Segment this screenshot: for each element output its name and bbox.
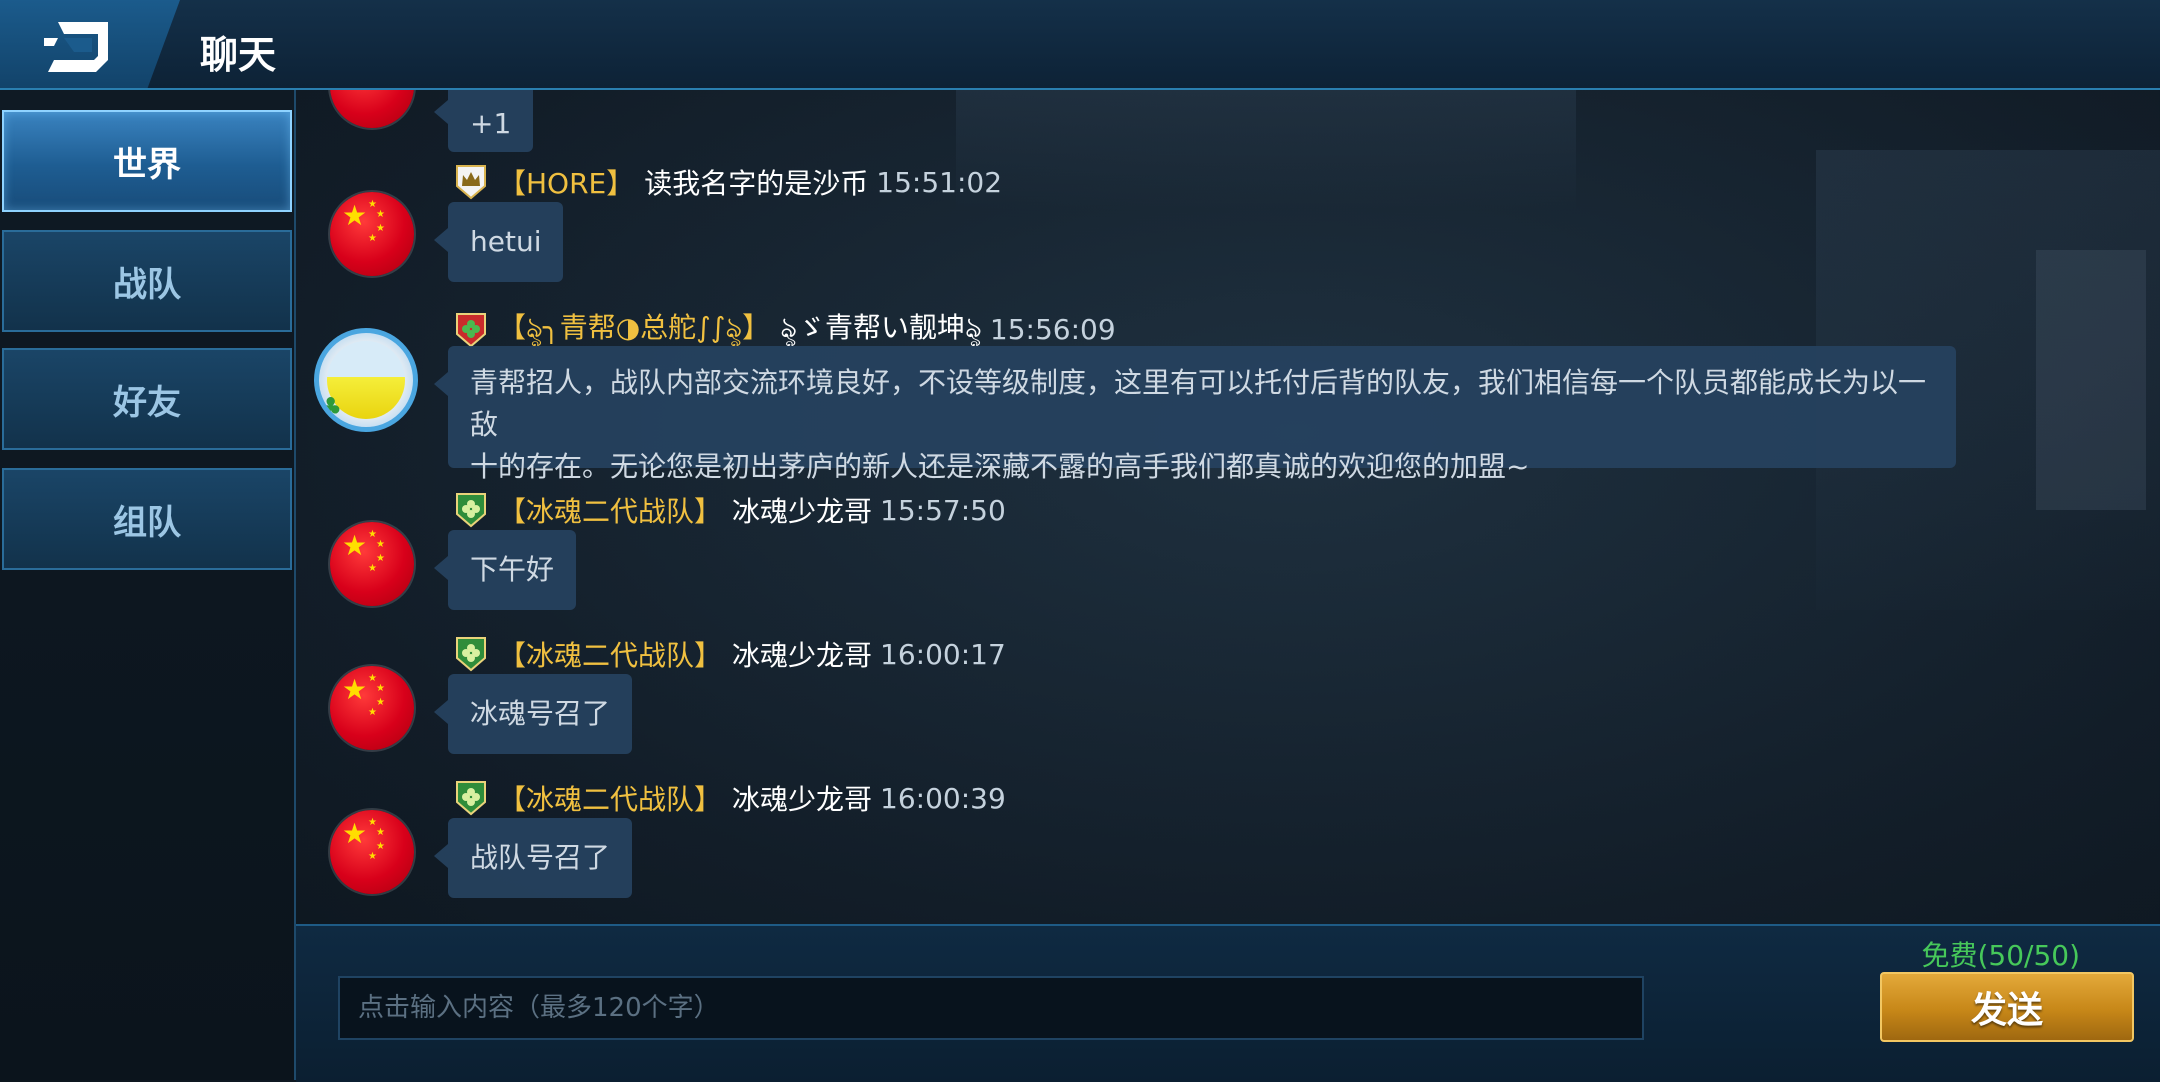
palm-tree-icon: ♣ [319, 393, 343, 423]
message-text: hetui [470, 225, 542, 258]
avatar[interactable]: ★ ★ ★ ★ ★ [330, 810, 414, 894]
message-header: 【HORE】 读我名字的是沙币 15:51:02 [454, 162, 1002, 202]
tab-friends[interactable]: 好友 [2, 348, 292, 450]
team-tag: 【冰魂二代战队】 [498, 783, 723, 816]
team-tag: 【冰魂二代战队】 [498, 495, 723, 528]
message-bubble: 冰魂号召了 [433, 674, 633, 754]
message-time: 15:56:09 [989, 313, 1116, 346]
message-header: 【冰魂二代战队】 冰魂少龙哥 15:57:50 [454, 490, 1006, 530]
game-logo-icon [44, 22, 108, 72]
message-text: +1 [470, 107, 512, 140]
avatar[interactable]: ★ ★ ★ ★ ★ [330, 666, 414, 750]
page-title: 聊天 [200, 33, 277, 77]
message-time: 16:00:39 [880, 781, 1006, 815]
chat-message-list[interactable]: ★ +1 ★★★★★ 【HORE】 读我名字的是沙币 15:51:02 hetu… [296, 90, 2160, 924]
send-button[interactable]: 发送 [1880, 972, 2134, 1042]
crown-badge-icon [456, 165, 486, 200]
channel-sidebar: 世界 战队 好友 组队 [0, 90, 296, 1080]
message-bubble: hetui [433, 202, 564, 282]
header-bar: 聊天 [0, 0, 2160, 90]
clover-shield-green-icon [456, 493, 486, 528]
message-text: 青帮招人，战队内部交流环境良好，不设等级制度，这里有可以托付后背的队友，我们相信… [470, 366, 1927, 441]
avatar[interactable]: ♣ [314, 328, 418, 432]
back-button[interactable] [0, 0, 180, 88]
background-ceiling [956, 90, 1576, 210]
avatar[interactable]: ★ [330, 90, 414, 128]
message-bubble: 下午好 [433, 530, 577, 610]
player-name[interactable]: 冰魂少龙哥 [732, 778, 872, 818]
chat-input[interactable] [338, 976, 1644, 1040]
chat-input-bar: 免费(50/50) 发送 [296, 924, 2160, 1082]
clover-shield-green-icon [456, 637, 486, 672]
background-window [2036, 250, 2146, 510]
tab-party[interactable]: 组队 [2, 468, 292, 570]
message-text: 冰魂号召了 [470, 697, 611, 730]
message-header: 【冰魂二代战队】 冰魂少龙哥 16:00:17 [454, 634, 1006, 674]
team-tag: 【冰魂二代战队】 [498, 639, 723, 672]
message-bubble: 青帮招人，战队内部交流环境良好，不设等级制度，这里有可以托付后背的队友，我们相信… [434, 346, 1956, 483]
message-bubble: 战队号召了 [433, 818, 633, 898]
clover-shield-green-icon [456, 781, 486, 816]
tab-world[interactable]: 世界 [2, 110, 292, 212]
message-text: 下午好 [470, 553, 555, 586]
message-bubble: +1 [433, 90, 534, 152]
clover-shield-red-icon [456, 312, 486, 347]
player-name[interactable]: 读我名字的是沙币 [644, 162, 868, 202]
tab-team[interactable]: 战队 [2, 230, 292, 332]
message-text: 战队号召了 [470, 841, 611, 874]
message-time: 15:51:02 [876, 165, 1003, 199]
message-time: 15:57:50 [880, 493, 1006, 527]
team-tag: 【HORE】 [498, 167, 635, 200]
avatar[interactable]: ★ ★ ★ ★ ★ [330, 522, 414, 606]
player-name[interactable]: 冰魂少龙哥 [732, 490, 872, 530]
avatar[interactable]: ★ ★ ★ ★ ★ [330, 192, 414, 276]
message-header: 【冰魂二代战队】 冰魂少龙哥 16:00:39 [454, 778, 1006, 818]
player-name[interactable]: 冰魂少龙哥 [732, 634, 872, 674]
message-text: 十的存在。无论您是初出茅庐的新人还是深藏不露的高手我们都真诚的欢迎您的加盟~ [470, 450, 1530, 483]
message-time: 16:00:17 [880, 637, 1006, 671]
free-message-count: 免费(50/50) [1921, 939, 2080, 972]
